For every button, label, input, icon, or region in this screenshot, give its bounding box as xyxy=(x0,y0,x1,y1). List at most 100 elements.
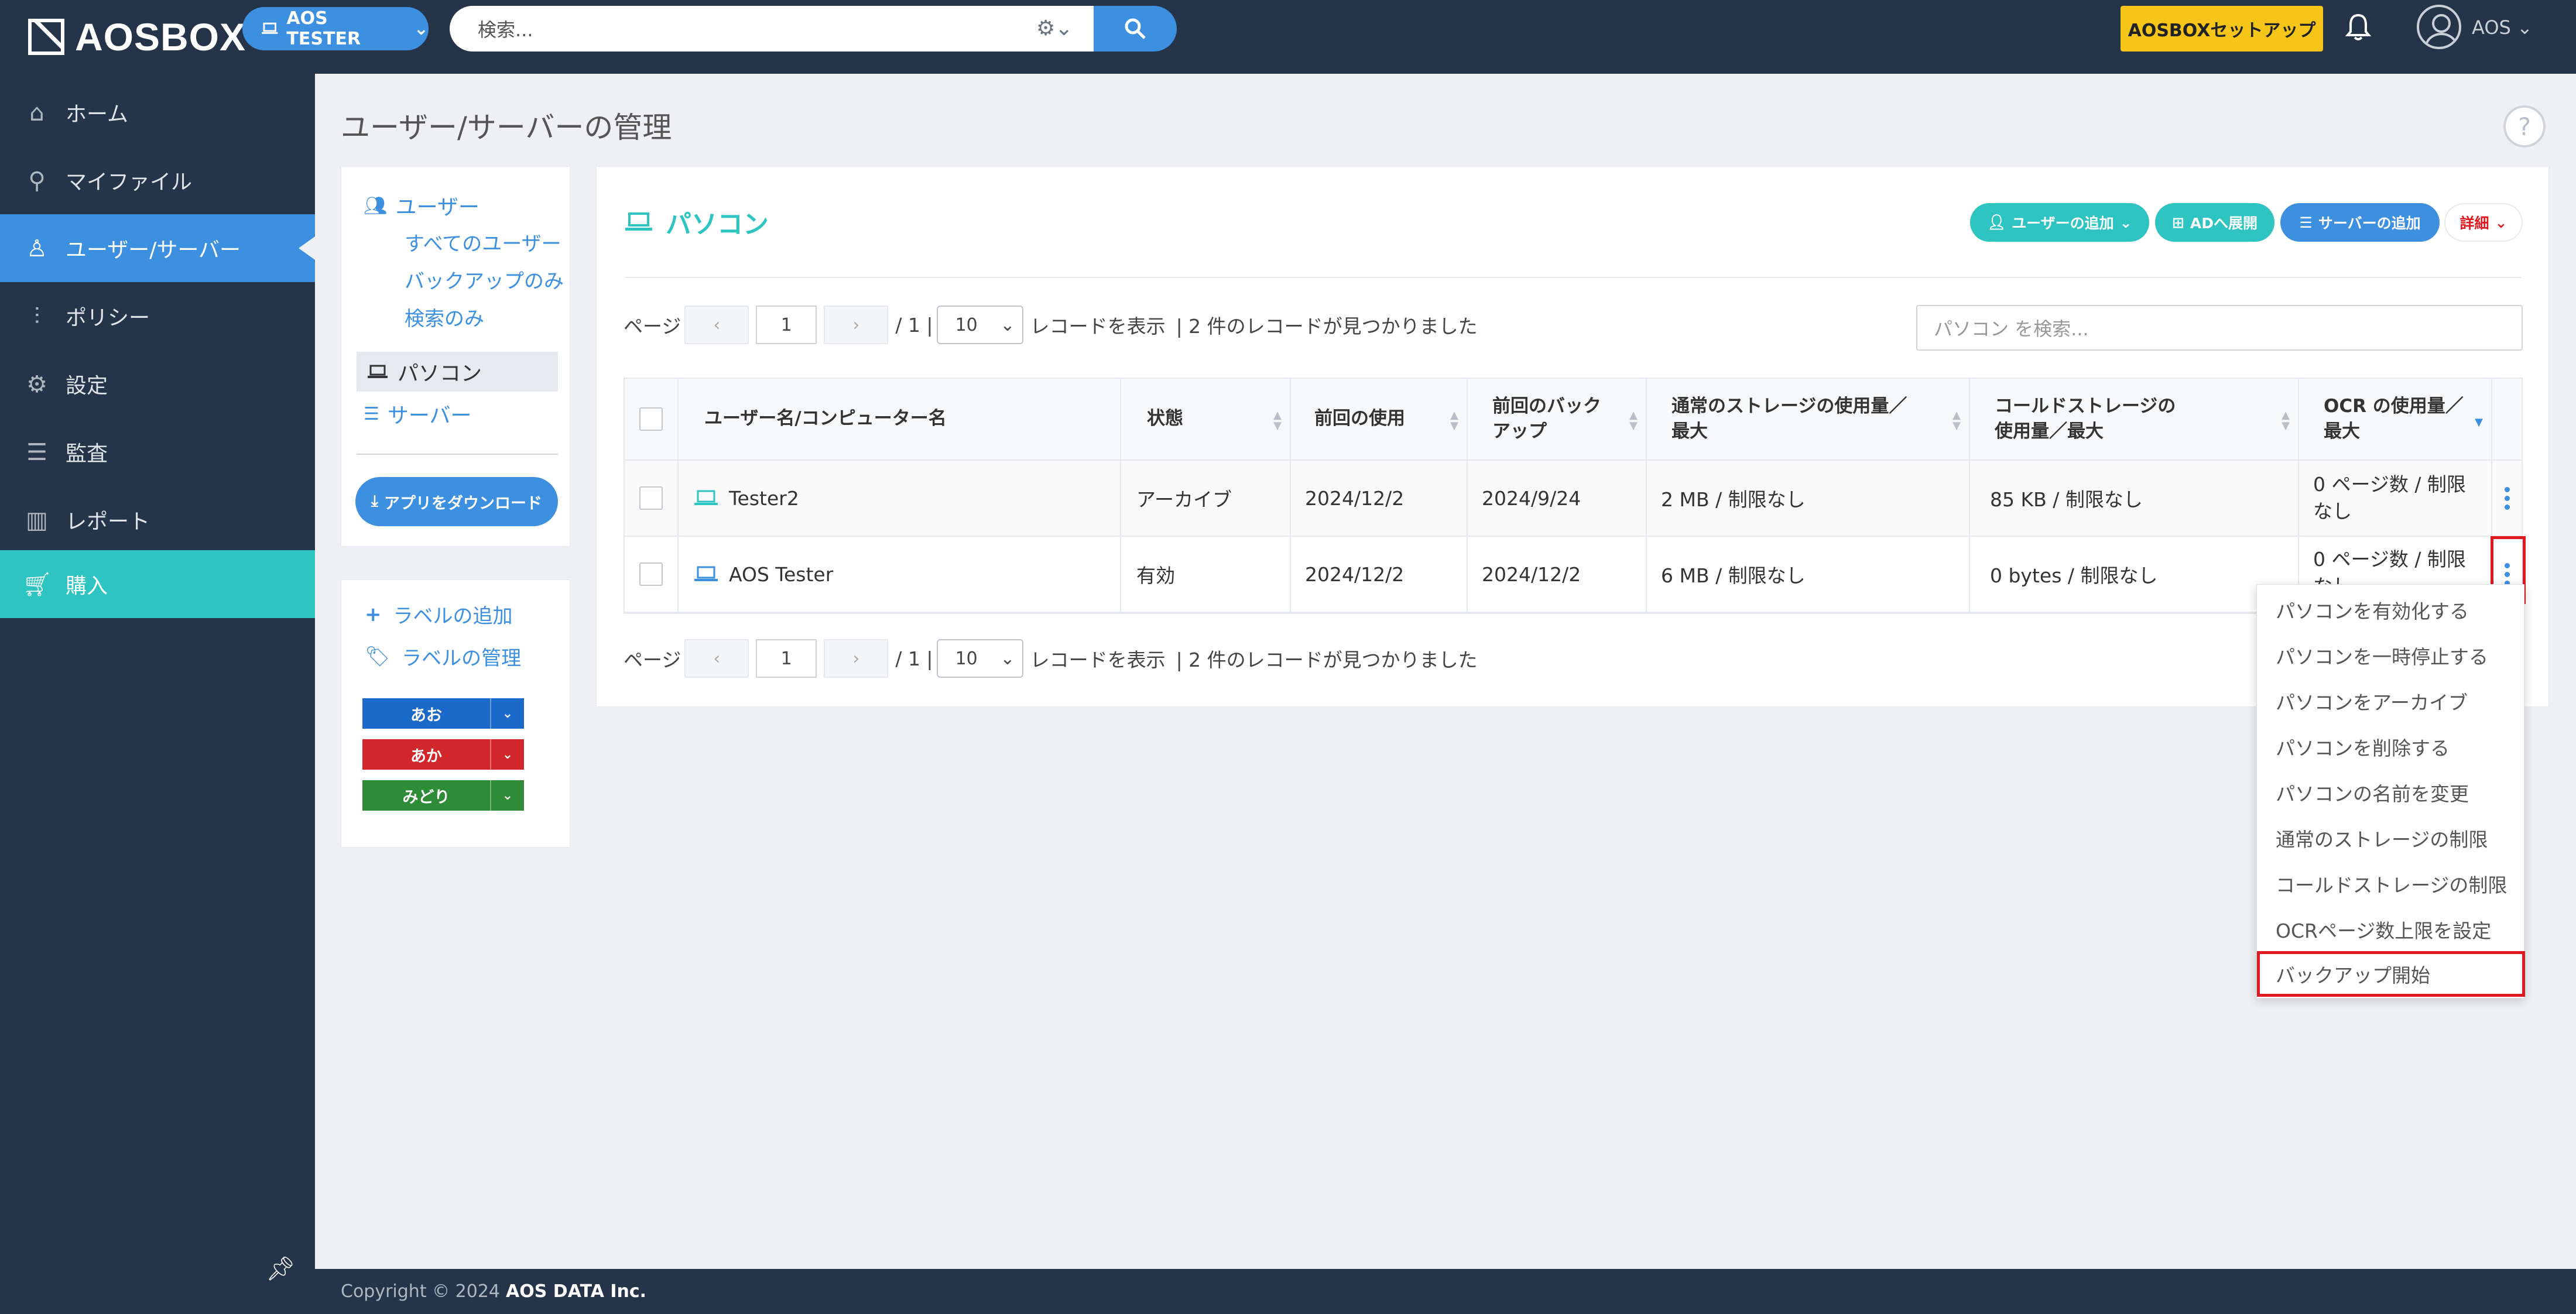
label-green[interactable]: みどり ⌄ xyxy=(362,780,524,811)
notification-bell-icon[interactable] xyxy=(2345,13,2372,44)
chevron-down-icon[interactable]: ⌄ xyxy=(490,739,524,770)
records-per-page-select[interactable]: 10 ⌄ xyxy=(936,306,1023,344)
laptop-icon xyxy=(694,566,718,581)
search-icon: ⚲ xyxy=(28,167,46,194)
computer-name-link[interactable]: AOS Tester xyxy=(729,563,833,586)
pager-bottom: ページ ‹ 1 › / 1 | 10 ⌄ レコードを表示 | 2 件のレコードが… xyxy=(624,639,1478,678)
sidebar-item-audit[interactable]: ☰ 監査 xyxy=(0,418,315,486)
tree-all-users[interactable]: すべてのユーザー xyxy=(405,228,561,256)
tree-servers[interactable]: ☰ サーバー xyxy=(364,399,472,429)
row-select-cell xyxy=(625,537,679,612)
ad-deploy-button[interactable]: ⊞ ADへ展開 xyxy=(2155,203,2274,242)
menu-item-cold-storage-limit[interactable]: コールドストレージの制限 xyxy=(2257,861,2525,907)
next-page-button[interactable]: › xyxy=(824,306,889,344)
cell-cold-storage: 85 KB / 制限なし xyxy=(1970,461,2299,536)
computer-name-link[interactable]: Tester2 xyxy=(729,487,799,510)
menu-item-start-backup[interactable]: バックアップ開始 xyxy=(2257,951,2525,997)
sort-icon: ▲ ▼ xyxy=(1273,409,1282,432)
column-header-name[interactable]: ユーザー名/コンピューター名 xyxy=(679,379,1121,459)
add-label-link[interactable]: + ラベルの追加 xyxy=(365,600,513,629)
computers-heading: パソコン xyxy=(625,203,769,241)
table-row[interactable]: AOS Tester 有効 2024/12/2 2024/12/2 6 MB /… xyxy=(625,537,2522,613)
sliders-icon: ⫶ xyxy=(34,303,40,330)
sidebar-item-label: ポリシー xyxy=(66,306,150,330)
sidebar-item-settings[interactable]: ⚙ 設定 xyxy=(0,350,315,418)
sidebar-item-report[interactable]: ▥ レポート xyxy=(0,486,315,554)
search-button[interactable] xyxy=(1094,6,1177,52)
cell-last-backup: 2024/12/2 xyxy=(1468,537,1647,612)
column-header-ocr[interactable]: OCR の使用量／最大 ▼ xyxy=(2299,379,2492,459)
sidebar-item-label: ホーム xyxy=(66,102,128,126)
sort-desc-icon: ▼ xyxy=(2475,416,2483,428)
user-tree-panel: 👥︎ ユーザー すべてのユーザー バックアップのみ 検索のみ パソコン ☰ サー… xyxy=(341,166,570,547)
column-header-storage[interactable]: 通常のストレージの使用量／最大 ▲ ▼ xyxy=(1647,379,1970,459)
tags-icon: 🏷︎ xyxy=(365,644,390,668)
menu-item-storage-limit[interactable]: 通常のストレージの制限 xyxy=(2257,815,2525,861)
menu-item-delete[interactable]: パソコンを削除する xyxy=(2257,724,2525,770)
download-label: アプリをダウンロード xyxy=(383,494,542,513)
header-label: 前回の使用 xyxy=(1314,408,1405,430)
sidebar-item-home[interactable]: ⌂ ホーム xyxy=(0,78,315,146)
global-search-input[interactable]: 検索... xyxy=(450,6,1094,52)
download-icon: ⤓ xyxy=(371,492,378,510)
more-options-icon[interactable] xyxy=(2503,486,2510,510)
prev-page-button[interactable]: ‹ xyxy=(684,306,749,344)
menu-item-enable[interactable]: パソコンを有効化する xyxy=(2257,587,2525,633)
manage-labels-link[interactable]: 🏷︎ ラベルの管理 xyxy=(365,642,521,671)
page-number-input[interactable]: 1 xyxy=(756,639,817,678)
row-checkbox[interactable] xyxy=(639,562,663,586)
tree-backup-only[interactable]: バックアップのみ xyxy=(405,265,564,294)
records-found: | 2 件のレコードが見つかりました xyxy=(1176,649,1478,671)
menu-item-rename[interactable]: パソコンの名前を変更 xyxy=(2257,770,2525,815)
column-header-status[interactable]: 状態 ▲ ▼ xyxy=(1121,379,1291,459)
page-number-input[interactable]: 1 xyxy=(756,306,817,344)
header-label: ユーザー名/コンピューター名 xyxy=(704,408,947,430)
select-all-checkbox[interactable] xyxy=(639,407,663,431)
pin-sidebar-icon[interactable]: 📌︎ xyxy=(266,1255,296,1282)
header-label: 前回のバックアップ xyxy=(1492,395,1601,442)
tenant-switcher-button[interactable]: AOS TESTER ⌄ xyxy=(242,7,429,50)
tree-computers[interactable]: パソコン xyxy=(357,352,558,392)
prev-page-button[interactable]: ‹ xyxy=(684,639,749,678)
table-row[interactable]: Tester2 アーカイブ 2024/12/2 2024/9/24 2 MB /… xyxy=(625,461,2522,537)
header-label: コールドストレージの使用量／最大 xyxy=(1995,395,2176,442)
app-logo[interactable]: AOSBOX xyxy=(28,11,246,63)
menu-item-archive[interactable]: パソコンをアーカイブ xyxy=(2257,678,2525,724)
tree-users[interactable]: 👥︎ ユーザー xyxy=(364,190,479,221)
add-user-button[interactable]: 👤︎ ユーザーの追加 ⌄ xyxy=(1970,203,2149,242)
next-page-button[interactable]: › xyxy=(824,639,889,678)
row-checkbox[interactable] xyxy=(639,486,663,510)
download-app-button[interactable]: ⤓ アプリをダウンロード xyxy=(355,477,558,526)
aosbox-setup-button[interactable]: AOSBOXセットアップ xyxy=(2121,6,2323,52)
chevron-down-icon[interactable]: ⌄ xyxy=(490,780,524,811)
records-per-page-select[interactable]: 10 ⌄ xyxy=(936,639,1023,678)
tree-users-label: ユーザー xyxy=(395,195,479,219)
sidebar-item-policy[interactable]: ⫶ ポリシー xyxy=(0,282,315,350)
column-header-last-used[interactable]: 前回の使用 ▲ ▼ xyxy=(1291,379,1468,459)
add-user-icon: 👤︎ xyxy=(1987,214,2006,231)
label-red[interactable]: あか ⌄ xyxy=(362,739,524,770)
column-header-last-backup[interactable]: 前回のバックアップ ▲ ▼ xyxy=(1468,379,1647,459)
help-icon[interactable]: ? xyxy=(2503,105,2546,147)
sidebar-item-users-servers[interactable]: ♙ ユーザー/サーバー xyxy=(0,214,315,282)
menu-item-pause[interactable]: パソコンを一時停止する xyxy=(2257,633,2525,678)
label-blue[interactable]: あお ⌄ xyxy=(362,698,524,729)
sort-icon: ▲ ▼ xyxy=(2282,409,2290,432)
sidebar-item-purchase[interactable]: 🛒︎ 購入 xyxy=(0,550,315,618)
add-server-button[interactable]: ☰ サーバーの追加 xyxy=(2280,203,2440,242)
home-icon: ⌂ xyxy=(29,100,44,126)
details-button[interactable]: 詳細 ⌄ xyxy=(2444,203,2523,242)
chevron-down-icon[interactable]: ⌄ xyxy=(490,698,524,729)
user-avatar-icon[interactable] xyxy=(2417,5,2461,49)
footer: Copyright © 2024 AOS DATA Inc. xyxy=(315,1269,2576,1314)
cell-name: Tester2 xyxy=(679,461,1121,536)
search-settings-gear-icon[interactable]: ⚙⌄ xyxy=(1036,16,1073,40)
header-label: 通常のストレージの使用量／最大 xyxy=(1671,395,1907,442)
column-header-cold-storage[interactable]: コールドストレージの使用量／最大 ▲ ▼ xyxy=(1970,379,2299,459)
computer-search-input[interactable]: パソコン を検索... xyxy=(1916,305,2523,351)
menu-item-ocr-limit[interactable]: OCRページ数上限を設定 xyxy=(2257,907,2525,952)
user-menu[interactable]: AOS ⌄ xyxy=(2472,16,2533,39)
plus-icon: + xyxy=(365,602,382,626)
tree-search-only[interactable]: 検索のみ xyxy=(405,303,484,331)
sidebar-item-my-files[interactable]: ⚲ マイファイル xyxy=(0,146,315,214)
